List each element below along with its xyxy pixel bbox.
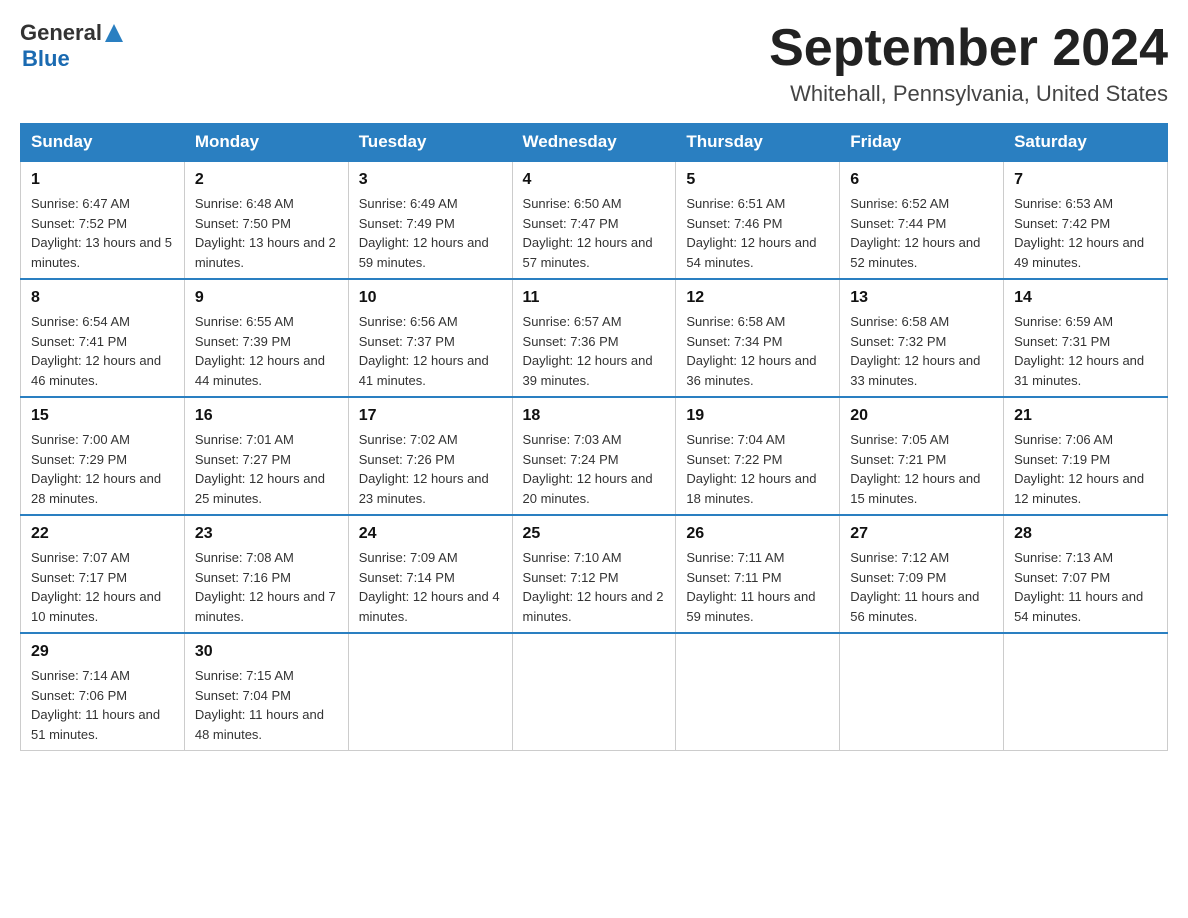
day-number: 30 <box>195 640 338 664</box>
calendar-cell: 27Sunrise: 7:12 AMSunset: 7:09 PMDayligh… <box>840 515 1004 633</box>
calendar-cell: 28Sunrise: 7:13 AMSunset: 7:07 PMDayligh… <box>1004 515 1168 633</box>
logo-blue-text: Blue <box>22 46 126 72</box>
day-number: 20 <box>850 404 993 428</box>
day-number: 9 <box>195 286 338 310</box>
day-number: 26 <box>686 522 829 546</box>
calendar-cell: 8Sunrise: 6:54 AMSunset: 7:41 PMDaylight… <box>21 279 185 397</box>
calendar-cell: 23Sunrise: 7:08 AMSunset: 7:16 PMDayligh… <box>184 515 348 633</box>
calendar-cell <box>512 633 676 751</box>
calendar-cell: 24Sunrise: 7:09 AMSunset: 7:14 PMDayligh… <box>348 515 512 633</box>
day-number: 2 <box>195 168 338 192</box>
calendar-cell: 16Sunrise: 7:01 AMSunset: 7:27 PMDayligh… <box>184 397 348 515</box>
day-number: 29 <box>31 640 174 664</box>
location-title: Whitehall, Pennsylvania, United States <box>769 81 1168 107</box>
day-number: 27 <box>850 522 993 546</box>
calendar-cell: 13Sunrise: 6:58 AMSunset: 7:32 PMDayligh… <box>840 279 1004 397</box>
header: General Blue September 2024 Whitehall, P… <box>20 20 1168 107</box>
day-number: 6 <box>850 168 993 192</box>
logo-triangle-icon <box>103 22 125 44</box>
calendar-cell: 10Sunrise: 6:56 AMSunset: 7:37 PMDayligh… <box>348 279 512 397</box>
day-number: 8 <box>31 286 174 310</box>
day-number: 7 <box>1014 168 1157 192</box>
day-number: 23 <box>195 522 338 546</box>
week-row-4: 22Sunrise: 7:07 AMSunset: 7:17 PMDayligh… <box>21 515 1168 633</box>
day-number: 19 <box>686 404 829 428</box>
logo: General Blue <box>20 20 126 72</box>
week-row-5: 29Sunrise: 7:14 AMSunset: 7:06 PMDayligh… <box>21 633 1168 751</box>
calendar-cell: 6Sunrise: 6:52 AMSunset: 7:44 PMDaylight… <box>840 161 1004 279</box>
day-number: 4 <box>523 168 666 192</box>
day-number: 1 <box>31 168 174 192</box>
calendar-cell <box>840 633 1004 751</box>
day-header-saturday: Saturday <box>1004 124 1168 162</box>
week-row-1: 1Sunrise: 6:47 AMSunset: 7:52 PMDaylight… <box>21 161 1168 279</box>
week-row-2: 8Sunrise: 6:54 AMSunset: 7:41 PMDaylight… <box>21 279 1168 397</box>
calendar-cell: 9Sunrise: 6:55 AMSunset: 7:39 PMDaylight… <box>184 279 348 397</box>
day-number: 3 <box>359 168 502 192</box>
day-number: 24 <box>359 522 502 546</box>
calendar-cell: 15Sunrise: 7:00 AMSunset: 7:29 PMDayligh… <box>21 397 185 515</box>
month-title: September 2024 <box>769 20 1168 77</box>
day-number: 17 <box>359 404 502 428</box>
day-number: 12 <box>686 286 829 310</box>
day-header-monday: Monday <box>184 124 348 162</box>
day-number: 25 <box>523 522 666 546</box>
day-number: 21 <box>1014 404 1157 428</box>
day-number: 13 <box>850 286 993 310</box>
day-number: 5 <box>686 168 829 192</box>
calendar-cell: 30Sunrise: 7:15 AMSunset: 7:04 PMDayligh… <box>184 633 348 751</box>
calendar-cell: 3Sunrise: 6:49 AMSunset: 7:49 PMDaylight… <box>348 161 512 279</box>
day-number: 28 <box>1014 522 1157 546</box>
day-number: 18 <box>523 404 666 428</box>
day-number: 14 <box>1014 286 1157 310</box>
calendar-table: SundayMondayTuesdayWednesdayThursdayFrid… <box>20 123 1168 751</box>
day-header-tuesday: Tuesday <box>348 124 512 162</box>
calendar-cell: 18Sunrise: 7:03 AMSunset: 7:24 PMDayligh… <box>512 397 676 515</box>
day-number: 10 <box>359 286 502 310</box>
calendar-cell: 25Sunrise: 7:10 AMSunset: 7:12 PMDayligh… <box>512 515 676 633</box>
calendar-cell: 12Sunrise: 6:58 AMSunset: 7:34 PMDayligh… <box>676 279 840 397</box>
calendar-cell: 14Sunrise: 6:59 AMSunset: 7:31 PMDayligh… <box>1004 279 1168 397</box>
day-header-thursday: Thursday <box>676 124 840 162</box>
calendar-cell: 2Sunrise: 6:48 AMSunset: 7:50 PMDaylight… <box>184 161 348 279</box>
calendar-cell: 17Sunrise: 7:02 AMSunset: 7:26 PMDayligh… <box>348 397 512 515</box>
day-header-wednesday: Wednesday <box>512 124 676 162</box>
calendar-cell: 11Sunrise: 6:57 AMSunset: 7:36 PMDayligh… <box>512 279 676 397</box>
calendar-cell <box>676 633 840 751</box>
calendar-cell: 4Sunrise: 6:50 AMSunset: 7:47 PMDaylight… <box>512 161 676 279</box>
logo-general-text: General <box>20 20 102 46</box>
calendar-cell: 22Sunrise: 7:07 AMSunset: 7:17 PMDayligh… <box>21 515 185 633</box>
calendar-cell: 5Sunrise: 6:51 AMSunset: 7:46 PMDaylight… <box>676 161 840 279</box>
calendar-cell: 19Sunrise: 7:04 AMSunset: 7:22 PMDayligh… <box>676 397 840 515</box>
calendar-cell <box>348 633 512 751</box>
day-header-sunday: Sunday <box>21 124 185 162</box>
calendar-cell: 21Sunrise: 7:06 AMSunset: 7:19 PMDayligh… <box>1004 397 1168 515</box>
day-number: 22 <box>31 522 174 546</box>
day-number: 11 <box>523 286 666 310</box>
day-header-row: SundayMondayTuesdayWednesdayThursdayFrid… <box>21 124 1168 162</box>
day-number: 15 <box>31 404 174 428</box>
calendar-cell: 29Sunrise: 7:14 AMSunset: 7:06 PMDayligh… <box>21 633 185 751</box>
calendar-cell <box>1004 633 1168 751</box>
calendar-cell: 20Sunrise: 7:05 AMSunset: 7:21 PMDayligh… <box>840 397 1004 515</box>
title-area: September 2024 Whitehall, Pennsylvania, … <box>769 20 1168 107</box>
day-header-friday: Friday <box>840 124 1004 162</box>
calendar-cell: 7Sunrise: 6:53 AMSunset: 7:42 PMDaylight… <box>1004 161 1168 279</box>
calendar-cell: 26Sunrise: 7:11 AMSunset: 7:11 PMDayligh… <box>676 515 840 633</box>
week-row-3: 15Sunrise: 7:00 AMSunset: 7:29 PMDayligh… <box>21 397 1168 515</box>
day-number: 16 <box>195 404 338 428</box>
calendar-cell: 1Sunrise: 6:47 AMSunset: 7:52 PMDaylight… <box>21 161 185 279</box>
